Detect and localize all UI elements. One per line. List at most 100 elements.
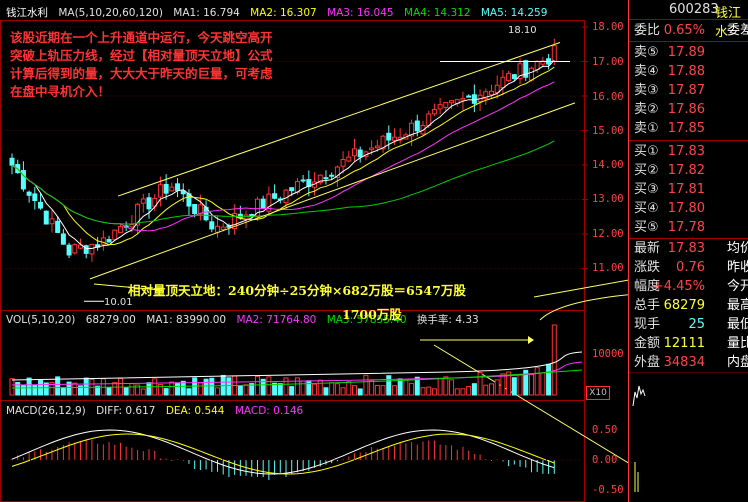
kline-chart-area[interactable]: 钱江水利 MA(5,10,20,60,120) MA1: 16.794 MA2:… [0, 0, 628, 502]
ma2-value: MA2: 16.307 [250, 7, 317, 19]
stat-label: 金额 [634, 336, 661, 351]
volume-bar [357, 388, 363, 396]
volume-unit-badge: X10 [586, 386, 610, 400]
buy-level-label: 买② [634, 163, 659, 178]
sell-level-label: 卖③ [634, 83, 659, 98]
candle-body [140, 198, 146, 204]
volume-bar [380, 385, 386, 396]
stat-value: 12111 [663, 336, 705, 351]
buy-level-label: 买① [634, 144, 659, 159]
volume-bar [300, 380, 306, 396]
sell-row[interactable]: 卖① 17.85 [629, 119, 748, 138]
buy-row[interactable]: 买② 17.82 [629, 161, 748, 180]
buy-price: 17.83 [667, 144, 705, 159]
macd-diff-line [11, 429, 555, 475]
volume-bar [163, 388, 169, 396]
buy-level-label: 买③ [634, 182, 659, 197]
volume-bar [540, 372, 546, 396]
intraday-mini-chart[interactable] [629, 372, 748, 502]
volume-bar [500, 373, 506, 396]
candle-body [500, 76, 506, 89]
stat-value: 34834 [663, 355, 705, 370]
macd-diff: DIFF: 0.617 [96, 405, 156, 417]
macd-params: MACD(26,12,9) [6, 405, 86, 417]
price-axis-label: 13.00 [592, 193, 624, 205]
candle-body [89, 243, 95, 255]
volume-bar [546, 363, 552, 396]
volume-bar [180, 380, 186, 396]
candle-body [272, 193, 278, 199]
candle-body [460, 98, 466, 101]
volume-bar [237, 385, 243, 396]
candle-body [26, 191, 32, 196]
volume-bar [426, 386, 432, 396]
volume-bar [306, 380, 312, 396]
candle-body [300, 179, 306, 182]
volume-bar [449, 379, 455, 396]
candle-body [369, 147, 375, 151]
sell-level-label: 卖② [634, 102, 659, 117]
candle-body [66, 244, 72, 256]
sell-level-label: 卖④ [634, 64, 659, 79]
macd-dea: DEA: 0.544 [165, 405, 225, 417]
buy-row[interactable]: 买① 17.83 [629, 142, 748, 161]
volume-bar [477, 372, 483, 396]
candle-body [129, 224, 135, 228]
sell-row[interactable]: 卖③ 17.87 [629, 81, 748, 100]
volume-bar [277, 383, 283, 396]
price-axis-label: 15.00 [592, 125, 624, 137]
volume-bar [83, 377, 89, 396]
candle-body [391, 136, 397, 141]
buy-row[interactable]: 买⑤ 17.78 [629, 218, 748, 237]
candle-body [346, 156, 352, 162]
volume-bar [352, 385, 357, 396]
candle-body [243, 214, 249, 220]
candle-body [352, 148, 357, 157]
candle-body [112, 229, 118, 240]
ma5-value: MA5: 14.259 [480, 7, 548, 19]
candle-body [38, 201, 44, 209]
stat-extra-label: 内盘 [726, 355, 748, 370]
stat-row: 最新 17.83 均价 [629, 239, 748, 258]
volume-bar [494, 379, 500, 396]
stat-extra-label: 今开 [726, 279, 748, 294]
volume-bar [129, 382, 135, 396]
volume-header: VOL(5,10,20) 68279.00 MA1: 83990.00 MA2:… [6, 313, 486, 327]
stat-value: 0.76 [676, 260, 705, 275]
candle-body [197, 204, 203, 215]
volume-bar [26, 377, 32, 396]
stat-label: 最新 [634, 241, 661, 256]
volume-bar [15, 381, 21, 396]
candle-body [449, 100, 455, 104]
buy-row[interactable]: 买③ 17.81 [629, 180, 748, 199]
formula-annotation: 相对量顶天立地：240分钟÷25分钟×682万股＝6547万股 [128, 283, 466, 298]
candle-body [169, 186, 175, 192]
macd-header: MACD(26,12,9) DIFF: 0.617 DEA: 0.544 MAC… [6, 404, 311, 418]
volume-bar [157, 384, 163, 396]
volume-bar [431, 388, 437, 396]
sell-row[interactable]: 卖④ 17.88 [629, 62, 748, 81]
vol-ma2: MA2: 71764.80 [236, 314, 317, 326]
volume-bar [186, 388, 192, 396]
sell-row[interactable]: 卖② 17.86 [629, 100, 748, 119]
volume-bar [374, 385, 380, 396]
stat-label: 涨跌 [634, 260, 661, 275]
stock-name: 钱江水利 [6, 7, 48, 19]
volume-bar [169, 381, 175, 396]
buy-price: 17.78 [667, 220, 705, 235]
ma-params: MA(5,10,20,60,120) [58, 7, 163, 19]
candle-body [146, 197, 152, 210]
candle-body [289, 187, 295, 192]
divider [629, 140, 748, 141]
macd-axis-label: -0.50 [592, 484, 624, 496]
candle-body [431, 108, 437, 115]
volume-bar [363, 374, 369, 396]
divider [629, 19, 748, 20]
volume-bar [197, 382, 203, 396]
sell-row[interactable]: 卖⑤ 17.89 [629, 43, 748, 62]
volume-bar [266, 376, 272, 396]
buy-row[interactable]: 买④ 17.80 [629, 199, 748, 218]
high-price-label: 18.10 [508, 25, 537, 36]
candle-body [180, 190, 186, 195]
candle-body [43, 210, 49, 225]
